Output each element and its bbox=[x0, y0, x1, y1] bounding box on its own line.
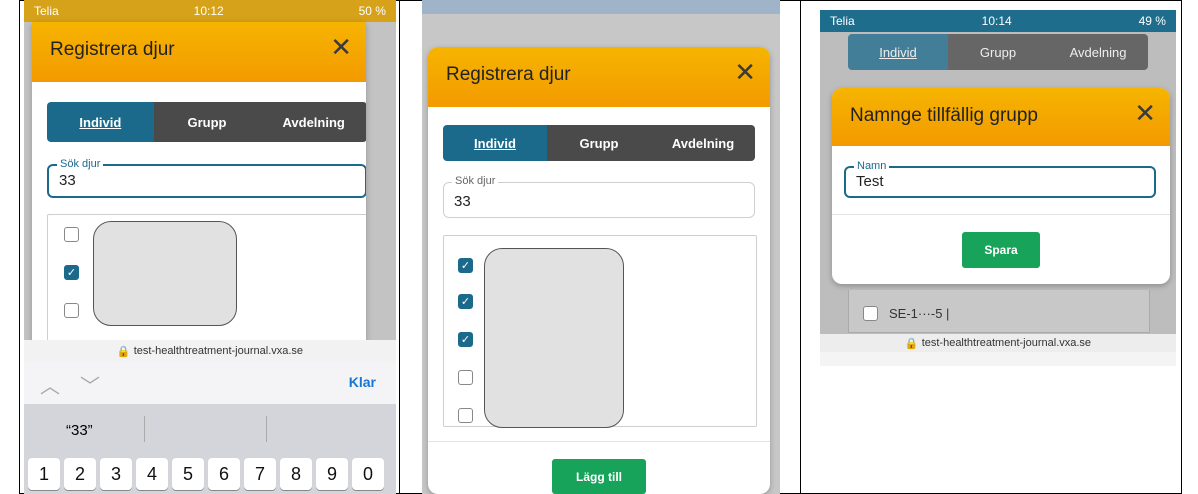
lock-icon: 🔒 bbox=[904, 337, 922, 350]
chevron-down-icon[interactable]: ﹀ bbox=[80, 370, 100, 399]
suggestion[interactable]: “33” bbox=[66, 422, 93, 439]
checkbox[interactable] bbox=[458, 408, 473, 423]
type-tabs: Individ Grupp Avdelning bbox=[47, 102, 366, 142]
key-6[interactable]: 6 bbox=[208, 458, 240, 490]
key-7[interactable]: 7 bbox=[244, 458, 276, 490]
key-0[interactable]: 0 bbox=[352, 458, 384, 490]
checkbox-checked[interactable]: ✓ bbox=[458, 294, 473, 309]
time-label: 10:12 bbox=[193, 4, 224, 18]
key-1[interactable]: 1 bbox=[28, 458, 60, 490]
checkbox-checked[interactable]: ✓ bbox=[458, 332, 473, 347]
tab-grupp[interactable]: Grupp bbox=[547, 125, 651, 161]
modal-title: Registrera djur bbox=[50, 39, 175, 60]
close-icon[interactable]: ✕ bbox=[1134, 100, 1156, 126]
suggestion-bar: “33” bbox=[24, 404, 396, 454]
url-text: test-healthtreatment-journal.vxa.se bbox=[133, 345, 304, 357]
list-item[interactable]: SE-1···-5 | bbox=[848, 290, 1150, 333]
register-animal-modal: Registrera djur ✕ Individ Grupp Avdelnin… bbox=[428, 47, 770, 494]
status-bar: Telia 10:12 50 % bbox=[24, 0, 396, 22]
divider bbox=[428, 441, 770, 442]
name-group-modal: Namnge tillfällig grupp ✕ Namn Test Spar… bbox=[832, 88, 1170, 284]
close-icon[interactable]: ✕ bbox=[330, 34, 352, 60]
key-2[interactable]: 2 bbox=[64, 458, 96, 490]
modal-header: Registrera djur ✕ bbox=[428, 47, 770, 107]
modal-header: Registrera djur ✕ bbox=[32, 22, 366, 82]
tab-individ[interactable]: Individ bbox=[47, 102, 154, 142]
type-tabs: Individ Grupp Avdelning bbox=[443, 125, 755, 161]
tab-individ[interactable]: Individ bbox=[848, 34, 948, 70]
search-value: 33 bbox=[454, 193, 471, 210]
modal-title: Namnge tillfällig grupp bbox=[850, 105, 1038, 126]
key-8[interactable]: 8 bbox=[280, 458, 312, 490]
key-9[interactable]: 9 bbox=[316, 458, 348, 490]
checkbox-checked[interactable]: ✓ bbox=[458, 258, 473, 273]
chevron-up-icon[interactable]: ︿ bbox=[40, 370, 60, 399]
register-animal-modal: Registrera djur ✕ Individ Grupp Avdelnin… bbox=[32, 22, 366, 352]
tab-grupp[interactable]: Grupp bbox=[153, 102, 261, 142]
name-value: Test bbox=[856, 173, 884, 190]
checkbox[interactable] bbox=[863, 306, 878, 321]
carrier-label: Telia bbox=[830, 14, 855, 28]
divider bbox=[144, 416, 145, 442]
status-bar: Telia 10:14 49 % bbox=[820, 10, 1176, 32]
checkbox[interactable] bbox=[64, 303, 79, 318]
close-icon[interactable]: ✕ bbox=[734, 59, 756, 85]
done-button[interactable]: Klar bbox=[349, 374, 376, 390]
number-keys: 1234567890 bbox=[24, 454, 396, 494]
search-input[interactable]: Sök djur 33 bbox=[47, 158, 366, 198]
divider bbox=[266, 416, 267, 442]
search-label: Sök djur bbox=[452, 175, 499, 187]
lock-icon: 🔒 bbox=[116, 345, 134, 358]
redacted-area bbox=[484, 248, 624, 428]
tab-avdelning[interactable]: Avdelning bbox=[651, 125, 755, 161]
save-button[interactable]: Spara bbox=[962, 232, 1040, 268]
keyboard-toolbar: ︿ ﹀ Klar bbox=[24, 362, 396, 404]
screenshot-3: Telia 10:14 49 % Individ Grupp Avdelning… bbox=[820, 10, 1176, 366]
key-5[interactable]: 5 bbox=[172, 458, 204, 490]
name-input[interactable]: Namn Test bbox=[844, 160, 1156, 198]
animal-list: ✓ bbox=[47, 214, 366, 352]
bottom-bar bbox=[820, 352, 1176, 366]
tab-avdelning[interactable]: Avdelning bbox=[260, 102, 366, 142]
key-row: 1234567890 bbox=[28, 458, 384, 490]
divider bbox=[832, 214, 1170, 215]
status-bar bbox=[422, 0, 780, 14]
add-button[interactable]: Lägg till bbox=[552, 459, 646, 494]
modal-header: Namnge tillfällig grupp ✕ bbox=[832, 88, 1170, 146]
battery-label: 50 % bbox=[358, 4, 386, 18]
name-label: Namn bbox=[854, 160, 890, 172]
animal-list: ✓ ✓ ✓ bbox=[443, 235, 757, 428]
modal-title: Registrera djur bbox=[446, 64, 571, 85]
battery-label: 49 % bbox=[1138, 14, 1166, 28]
url-bar: 🔒 test-healthtreatment-journal.vxa.se bbox=[820, 334, 1176, 352]
carrier-label: Telia bbox=[34, 4, 59, 18]
url-text: test-healthtreatment-journal.vxa.se bbox=[921, 337, 1092, 349]
search-input[interactable]: Sök djur 33 bbox=[443, 175, 755, 218]
tab-avdelning[interactable]: Avdelning bbox=[1048, 34, 1148, 70]
screenshot-1: Telia 10:12 50 % Registrera djur ✕ Indiv… bbox=[24, 0, 396, 494]
search-value: 33 bbox=[59, 172, 76, 189]
list-item-label: SE-1···-5 | bbox=[889, 306, 950, 321]
key-4[interactable]: 4 bbox=[136, 458, 168, 490]
checkbox[interactable] bbox=[64, 227, 79, 242]
type-tabs: Individ Grupp Avdelning bbox=[848, 34, 1148, 70]
screenshot-2: Registrera djur ✕ Individ Grupp Avdelnin… bbox=[422, 0, 780, 494]
tab-grupp[interactable]: Grupp bbox=[948, 34, 1048, 70]
redacted-area bbox=[93, 221, 237, 326]
checkbox[interactable] bbox=[458, 370, 473, 385]
key-3[interactable]: 3 bbox=[100, 458, 132, 490]
search-label: Sök djur bbox=[57, 158, 104, 170]
time-label: 10:14 bbox=[981, 14, 1012, 28]
url-bar: 🔒 test-healthtreatment-journal.vxa.se bbox=[24, 340, 396, 362]
checkbox-checked[interactable]: ✓ bbox=[64, 265, 79, 280]
tab-individ[interactable]: Individ bbox=[443, 125, 547, 161]
